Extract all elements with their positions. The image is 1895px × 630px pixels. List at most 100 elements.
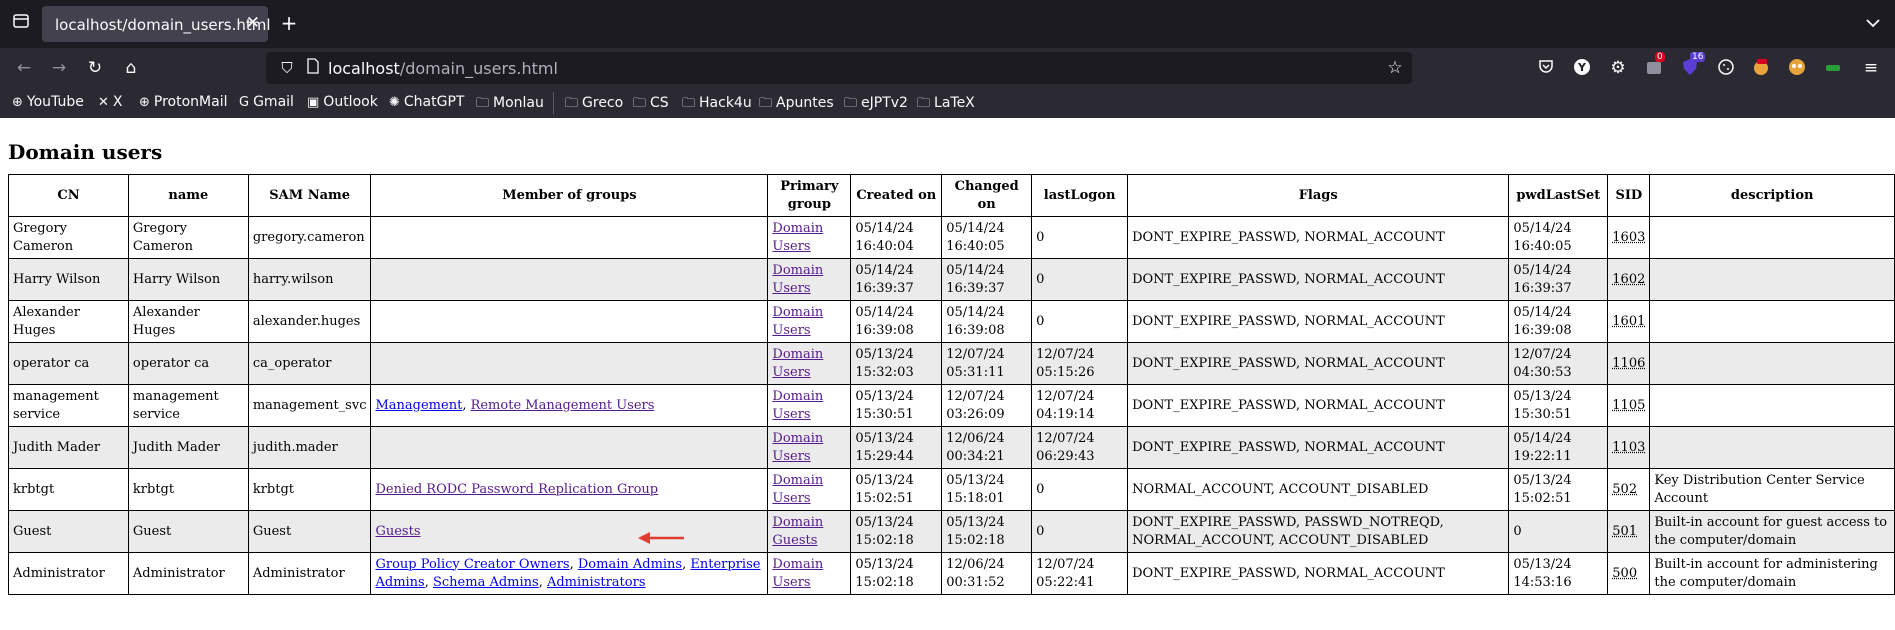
browser-chrome: localhost/domain_users.html ✕ + ← → ↻ ⌂ …: [0, 0, 1895, 118]
adblock-extension-icon[interactable]: [1750, 58, 1772, 81]
cell-created-on: 05/13/24 15:30:51: [850, 384, 943, 427]
cell-description: Built-in account for guest access to the…: [1649, 510, 1895, 553]
group-link[interactable]: Denied RODC Password Replication Group: [375, 482, 658, 497]
table-row: management service management service mana…: [8, 384, 1895, 427]
primary-group-link[interactable]: Domain Users: [772, 347, 823, 380]
cell-created-on: 05/13/24 15:29:44: [850, 426, 943, 469]
table-row: Alexander Huges Alexander Huges alexander.…: [8, 300, 1895, 343]
cell-sam-name: alexander.huges: [247, 300, 372, 343]
extensions-puzzle-icon[interactable]: ⚙: [1607, 58, 1629, 78]
cell-changed-on: 12/07/24 05:31:11: [941, 342, 1033, 385]
bookmark-folder-hack4u[interactable]: 🗀 Hack4u: [682, 94, 752, 116]
red-arrow-annotation: [638, 532, 684, 544]
sid-value: 1601: [1612, 313, 1646, 329]
cell-primary-group: Domain Users: [767, 384, 852, 427]
group-link[interactable]: Management: [375, 398, 462, 413]
tab-domain-users[interactable]: localhost/domain_users.html ✕: [42, 6, 271, 42]
cell-description: Key Distribution Center Service Account: [1649, 468, 1895, 511]
column-header-member-of-groups: Member of groups: [370, 174, 769, 217]
bookmark-x[interactable]: ✕ X: [98, 94, 123, 110]
sid-value: 1105: [1612, 397, 1646, 413]
primary-group-link[interactable]: Domain Users: [772, 221, 823, 254]
cell-cn: Judith Mader: [8, 426, 129, 469]
bookmark-protonmail[interactable]: ⊕ ProtonMail: [139, 94, 227, 110]
url-bar[interactable]: ⛉ localhost/domain_users.html ☆: [266, 52, 1412, 84]
cell-created-on: 05/14/24 16:40:04: [850, 216, 943, 259]
bookmark-folder-monlau[interactable]: 🗀 Monlau: [476, 94, 544, 116]
cell-name: Harry Wilson: [127, 258, 249, 301]
cookie-icon[interactable]: [1715, 58, 1737, 81]
column-header-flags: Flags: [1127, 174, 1510, 217]
app-menu-icon[interactable]: ≡: [1860, 58, 1882, 78]
table-row: Judith Mader Judith Mader judith.mader Doma…: [8, 426, 1895, 469]
cell-description: Built-in account for administering the c…: [1649, 552, 1895, 595]
forward-arrow-icon[interactable]: →: [48, 58, 70, 78]
bookmark-chatgpt[interactable]: ✺ ChatGPT: [389, 94, 464, 110]
cell-lastlogon: 12/07/24 05:15:26: [1031, 342, 1129, 385]
bookmark-folder-apuntes[interactable]: 🗀 Apuntes: [759, 94, 834, 116]
bookmark-folder-cs[interactable]: 🗀 CS: [633, 94, 669, 116]
folder-icon: 🗀: [917, 96, 931, 111]
green-extension-icon[interactable]: [1822, 58, 1844, 81]
cell-sam-name: harry.wilson: [247, 258, 372, 301]
group-link[interactable]: Administrators: [547, 575, 646, 590]
yandex-extension-icon[interactable]: Y: [1572, 58, 1592, 78]
tab-overview-icon[interactable]: [10, 12, 32, 35]
globe-icon: ⊕: [139, 95, 150, 110]
primary-group-link[interactable]: Domain Users: [772, 263, 823, 296]
bookmark-folder-latex[interactable]: 🗀 LaTeX: [917, 94, 975, 116]
bookmark-folder-greco[interactable]: 🗀 Greco: [565, 94, 623, 116]
face-extension-icon[interactable]: [1786, 58, 1808, 81]
cell-cn: Administrator: [8, 552, 129, 595]
cell-flags: DONT_EXPIRE_PASSWD, PASSWD_NOTREQD, NORM…: [1127, 510, 1510, 553]
bookmark-folder-ejptv2[interactable]: 🗀 eJPTv2: [844, 94, 908, 116]
cell-member-of-groups: Guests: [370, 510, 769, 553]
primary-group-link[interactable]: Domain Users: [772, 431, 823, 464]
cell-cn: Gregory Cameron: [8, 216, 129, 259]
column-header-created-on: Created on: [850, 174, 943, 217]
primary-group-link[interactable]: Domain Users: [772, 389, 823, 422]
list-all-tabs-icon[interactable]: [1862, 13, 1884, 33]
pocket-icon[interactable]: [1535, 58, 1557, 79]
shield-icon[interactable]: ⛉: [278, 58, 296, 78]
column-header-changed-on: Changed on: [941, 174, 1033, 217]
bookmark-youtube[interactable]: ⊕ YouTube: [12, 94, 84, 110]
bookmark-label: Hack4u: [699, 95, 752, 111]
reload-icon[interactable]: ↻: [84, 58, 106, 78]
bookmark-star-icon[interactable]: ☆: [1386, 58, 1404, 78]
cell-sid: 1603: [1607, 216, 1651, 259]
cell-primary-group: Domain Users: [767, 216, 852, 259]
group-link[interactable]: Guests: [375, 524, 420, 539]
primary-group-link[interactable]: Domain Guests: [772, 515, 823, 548]
back-arrow-icon[interactable]: ←: [13, 58, 35, 78]
primary-group-link[interactable]: Domain Users: [772, 557, 823, 590]
primary-group-link[interactable]: Domain Users: [772, 305, 823, 338]
cell-flags: DONT_EXPIRE_PASSWD, NORMAL_ACCOUNT: [1127, 384, 1510, 427]
folder-icon: 🗀: [844, 96, 858, 111]
tab-title: localhost/domain_users.html: [55, 16, 271, 34]
page-info-icon[interactable]: [304, 58, 322, 79]
bookmark-gmail[interactable]: G Gmail: [239, 94, 294, 110]
bookmark-outlook[interactable]: ▣ Outlook: [307, 94, 378, 110]
navigation-bar: ← → ↻ ⌂ ⛉ localhost/domain_users.html ☆ …: [0, 48, 1895, 88]
cell-cn: krbtgt: [8, 468, 129, 511]
cell-changed-on: 05/13/24 15:18:01: [941, 468, 1033, 511]
cell-sam-name: judith.mader: [247, 426, 372, 469]
primary-group-link[interactable]: Domain Users: [772, 473, 823, 506]
group-link[interactable]: Domain Admins: [578, 557, 682, 572]
cell-flags: DONT_EXPIRE_PASSWD, NORMAL_ACCOUNT: [1127, 216, 1510, 259]
close-tab-icon[interactable]: ✕: [246, 13, 260, 33]
home-icon[interactable]: ⌂: [120, 58, 142, 78]
group-link[interactable]: Schema Admins: [433, 575, 539, 590]
cell-cn: Alexander Huges: [8, 300, 129, 343]
new-tab-icon[interactable]: +: [278, 13, 300, 33]
cell-changed-on: 05/14/24 16:39:08: [941, 300, 1033, 343]
cell-sam-name: Guest: [247, 510, 372, 553]
folder-icon: 🗀: [759, 96, 773, 111]
group-link[interactable]: Group Policy Creator Owners: [375, 557, 569, 572]
cell-member-of-groups: [370, 342, 769, 385]
cell-description: [1649, 300, 1895, 343]
group-link[interactable]: Remote Management Users: [471, 398, 655, 413]
cell-description: [1649, 384, 1895, 427]
url-text[interactable]: localhost/domain_users.html: [328, 59, 558, 78]
